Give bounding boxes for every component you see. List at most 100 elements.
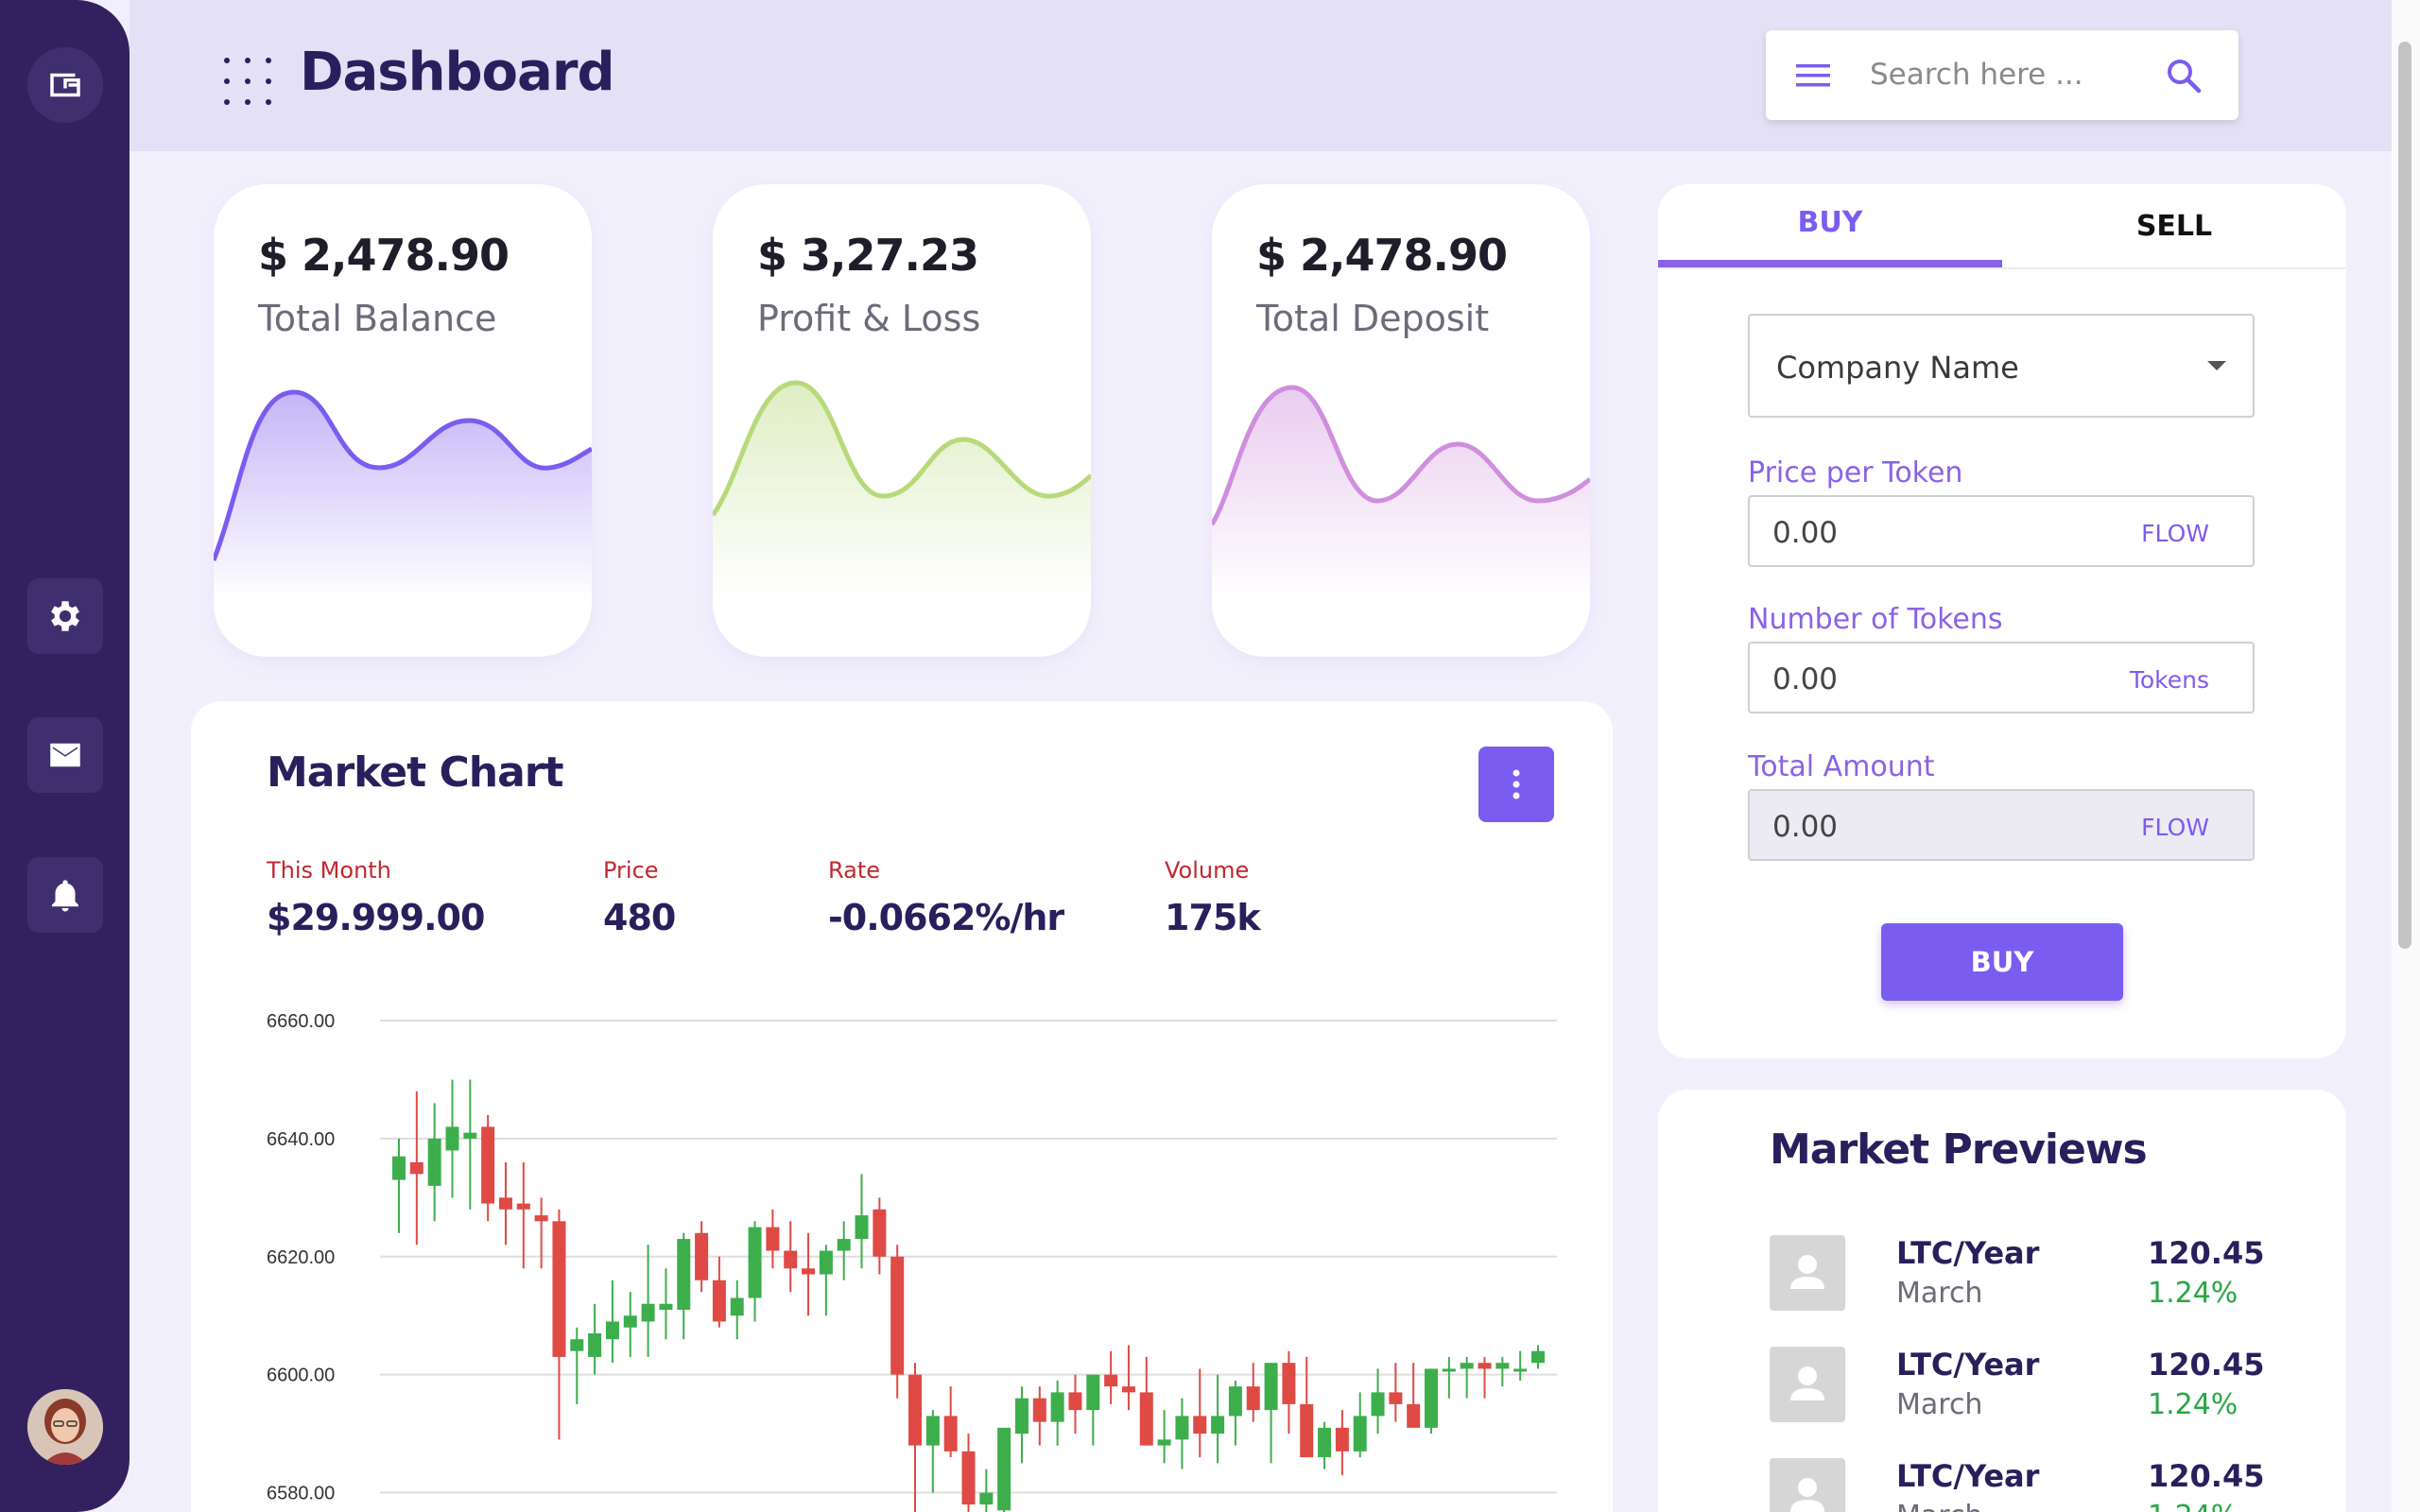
stat-value: $ 2,478.90 xyxy=(1256,230,1508,281)
messages-button[interactable] xyxy=(27,717,103,793)
price-per-token-input[interactable] xyxy=(1772,514,2084,552)
candle-body xyxy=(1371,1392,1385,1417)
preview-price: 120.45 xyxy=(2148,1235,2265,1271)
candle-body xyxy=(1086,1374,1100,1411)
avatar-image xyxy=(27,1389,103,1465)
candle-body xyxy=(855,1215,869,1240)
candle-body xyxy=(1353,1416,1367,1452)
metric-value: 480 xyxy=(603,897,676,938)
candle-body xyxy=(1478,1363,1492,1369)
preview-period: March xyxy=(1896,1277,1983,1310)
metric-price: Price 480 xyxy=(603,857,676,938)
candle-body xyxy=(943,1416,958,1452)
candle-body xyxy=(1246,1386,1260,1411)
stat-label: Profit & Loss xyxy=(757,298,981,339)
preview-name: LTC/Year xyxy=(1896,1347,2040,1383)
candle-body xyxy=(1032,1398,1046,1422)
wallet-icon xyxy=(50,73,80,97)
sidebar xyxy=(0,0,130,1512)
candle-body xyxy=(819,1250,833,1275)
candle-body xyxy=(445,1126,459,1151)
search-icon[interactable] xyxy=(2165,57,2203,94)
candle-body xyxy=(784,1250,798,1269)
preview-price: 120.45 xyxy=(2148,1347,2265,1383)
total-amount-field: FLOW xyxy=(1748,789,2255,861)
user-avatar[interactable] xyxy=(27,1389,103,1465)
candle-body xyxy=(1157,1439,1171,1446)
candle-body xyxy=(516,1203,530,1210)
menu-icon[interactable] xyxy=(1794,59,1832,93)
candle-body xyxy=(1318,1427,1332,1458)
field-unit: FLOW xyxy=(2141,520,2209,547)
preview-price: 120.45 xyxy=(2148,1458,2265,1494)
preview-change: 1.24% xyxy=(2148,1388,2238,1421)
candle-body xyxy=(1531,1350,1545,1364)
candle-body xyxy=(997,1427,1011,1511)
preview-name: LTC/Year xyxy=(1896,1235,2040,1271)
field-unit: Tokens xyxy=(2129,666,2209,694)
candle-body xyxy=(802,1268,816,1275)
candle-body xyxy=(1389,1392,1403,1404)
metric-this-month: This Month $29.999.00 xyxy=(267,857,485,938)
user-placeholder-icon xyxy=(1770,1235,1845,1311)
tab-buy[interactable]: BUY xyxy=(1658,184,2002,267)
preview-change: 1.24% xyxy=(2148,1500,2238,1512)
settings-button[interactable] xyxy=(27,578,103,654)
market-chart-title: Market Chart xyxy=(267,748,563,797)
company-select[interactable]: Company Name xyxy=(1748,314,2255,418)
candle-body xyxy=(712,1280,726,1322)
list-item[interactable]: LTC/Year March 120.45 1.24% xyxy=(1770,1235,2299,1311)
candle-body xyxy=(1495,1363,1510,1369)
candle-body xyxy=(392,1156,406,1180)
number-of-tokens-input[interactable] xyxy=(1772,661,2084,698)
total-amount-input xyxy=(1772,808,2084,846)
y-tick-label: 6580.00 xyxy=(267,1484,335,1504)
stat-card-total-balance: $ 2,478.90 Total Balance xyxy=(214,184,592,657)
candle-body xyxy=(570,1339,584,1351)
candle-body xyxy=(979,1492,994,1505)
company-select-value: Company Name xyxy=(1776,350,2019,386)
preview-period: March xyxy=(1896,1388,1983,1421)
candle-body xyxy=(677,1239,691,1310)
search-input[interactable] xyxy=(1870,53,2153,96)
candle-body xyxy=(498,1197,512,1210)
candle-body xyxy=(925,1416,940,1446)
field-unit: FLOW xyxy=(2141,814,2209,841)
metric-label: Price xyxy=(603,857,659,884)
more-options-button[interactable] xyxy=(1478,747,1554,822)
candle-body xyxy=(463,1132,477,1139)
stat-label: Total Deposit xyxy=(1256,298,1490,339)
buy-button[interactable]: BUY xyxy=(1881,923,2123,1001)
tab-divider xyxy=(1658,267,2346,269)
candle-body xyxy=(623,1315,637,1328)
candle-body xyxy=(552,1221,566,1357)
candle-body xyxy=(1139,1392,1153,1446)
notifications-button[interactable] xyxy=(27,857,103,933)
wallet-button[interactable] xyxy=(27,47,103,123)
candle-body xyxy=(1175,1416,1189,1440)
candle-body xyxy=(1425,1368,1439,1428)
candle-body xyxy=(890,1256,905,1375)
metric-value: -0.0662%/hr xyxy=(828,897,1064,938)
sparkline xyxy=(1212,385,1590,600)
stat-card-total-deposit: $ 2,478.90 Total Deposit xyxy=(1212,184,1590,657)
list-item[interactable]: LTC/Year March 120.45 1.24% xyxy=(1770,1347,2299,1422)
apps-grid-icon[interactable] xyxy=(221,55,274,108)
candle-body xyxy=(1104,1374,1118,1387)
y-tick-label: 6660.00 xyxy=(267,1011,335,1032)
candle-body xyxy=(1068,1392,1082,1411)
scrollbar-thumb[interactable] xyxy=(2398,42,2411,949)
trade-panel: BUY SELL Company Name Price per Token FL… xyxy=(1658,184,2346,1058)
list-item[interactable]: LTC/Year March 120.45 1.24% xyxy=(1770,1458,2299,1512)
candle-body xyxy=(1264,1363,1278,1411)
price-per-token-label: Price per Token xyxy=(1748,456,1963,490)
number-of-tokens-field[interactable]: Tokens xyxy=(1748,642,2255,713)
tab-sell[interactable]: SELL xyxy=(2002,184,2346,267)
metric-rate: Rate -0.0662%/hr xyxy=(828,857,1064,938)
candle-body xyxy=(588,1332,602,1357)
stat-value: $ 3,27.23 xyxy=(757,230,979,281)
candle-body xyxy=(1407,1403,1421,1428)
caret-down-icon xyxy=(2207,361,2226,370)
candle-body xyxy=(730,1297,744,1316)
price-per-token-field[interactable]: FLOW xyxy=(1748,495,2255,567)
